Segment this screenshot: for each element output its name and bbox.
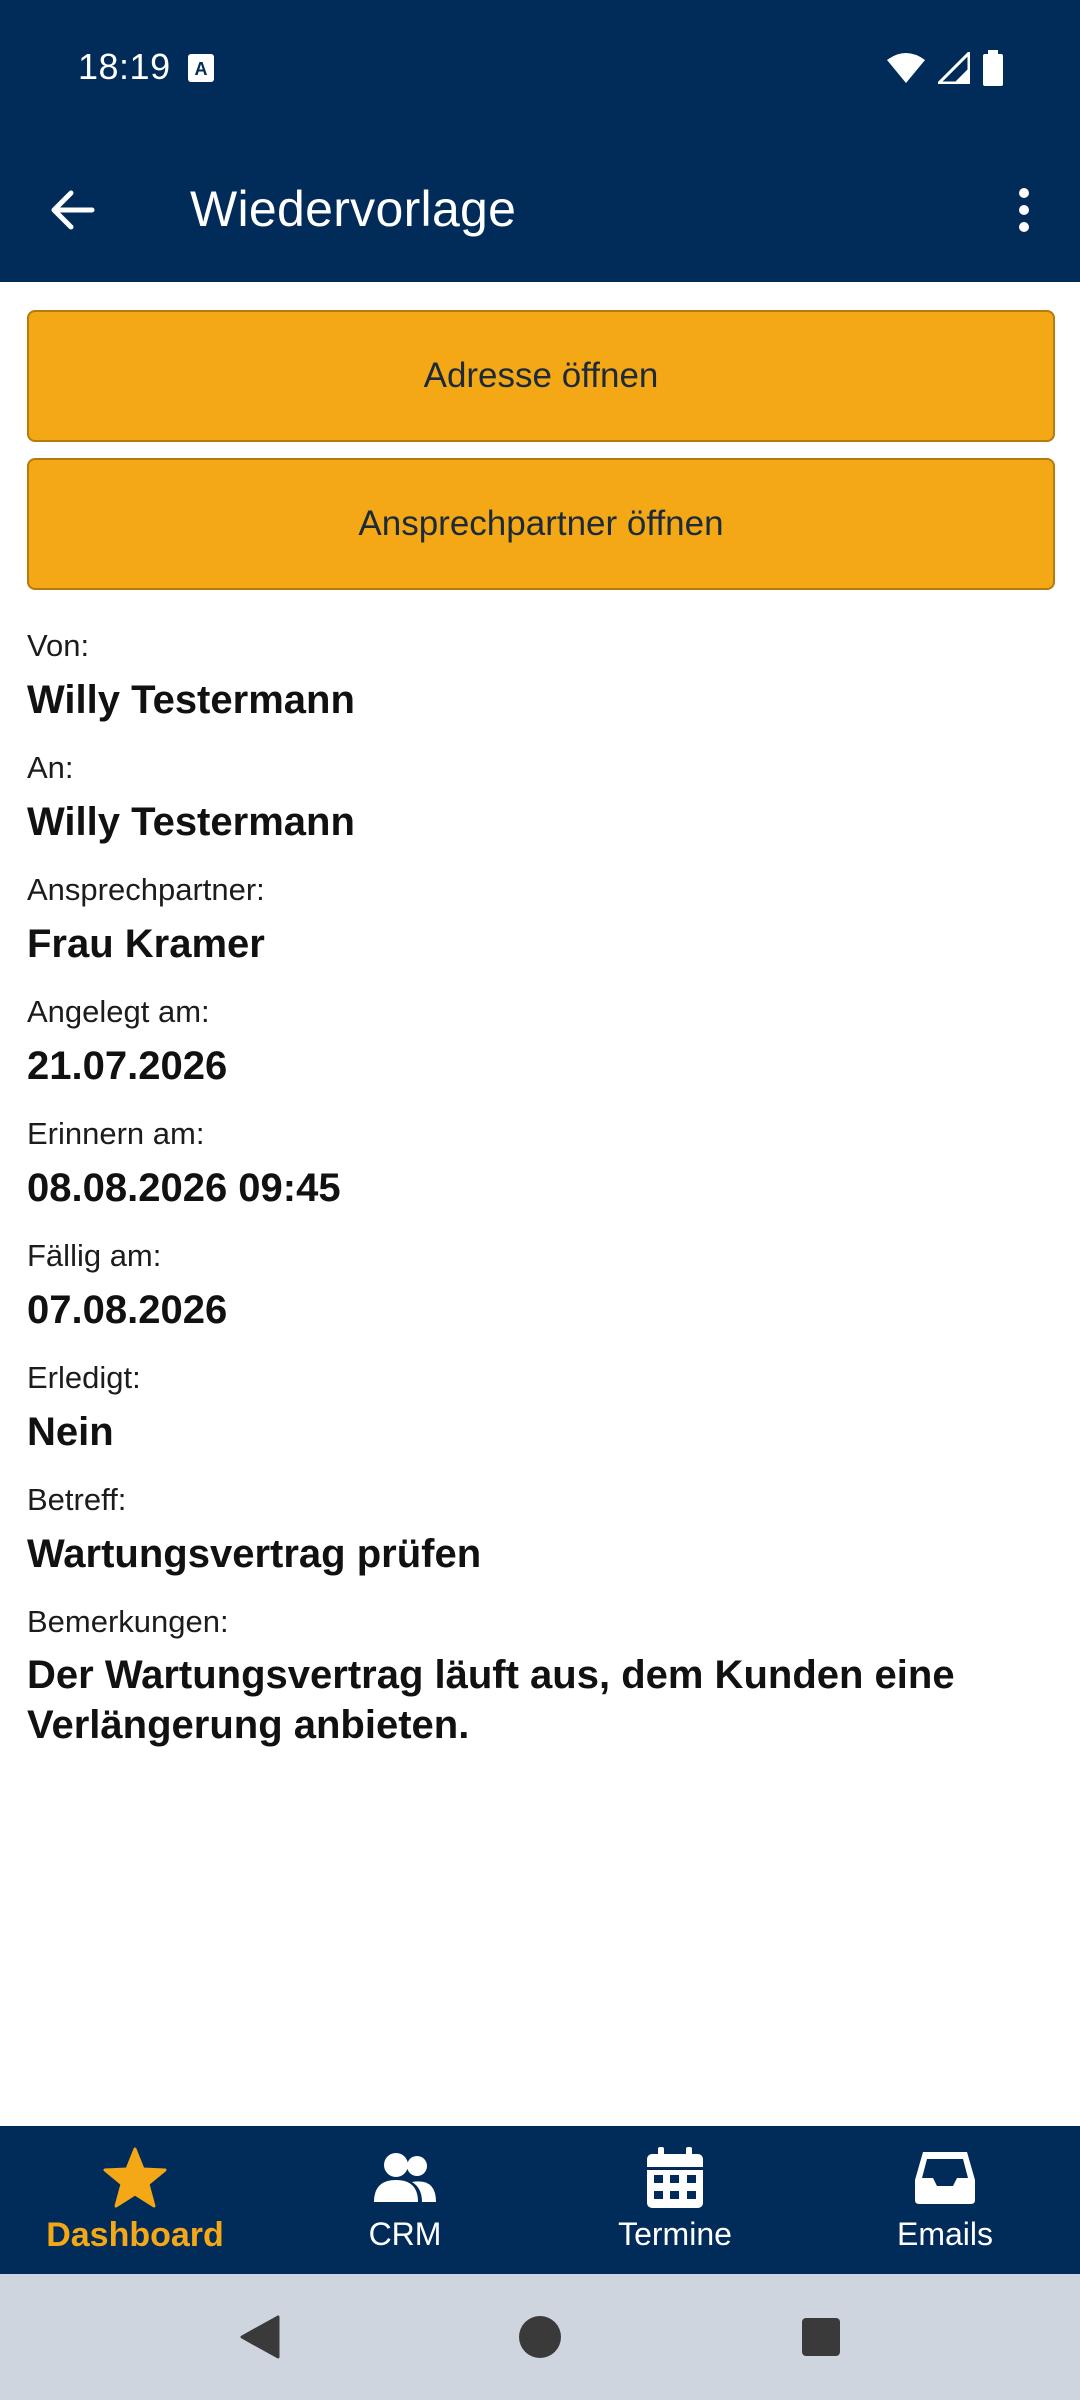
field-value: 21.07.2026 (27, 1044, 228, 1088)
nav-item-crm[interactable]: CRM (270, 2126, 540, 2274)
more-vert-icon (1019, 188, 1029, 232)
field-label: Erledigt: (27, 1360, 141, 1395)
system-navigation-bar (0, 2274, 1080, 2400)
signal-icon (938, 52, 970, 84)
page-title: Wiedervorlage (190, 181, 517, 237)
star-icon (103, 2147, 167, 2208)
field-value: 07.08.2026 (27, 1288, 228, 1332)
square-recents-icon (802, 2318, 840, 2356)
field-label: Fällig am: (27, 1238, 162, 1273)
field-an: An: Willy Testermann (27, 740, 1053, 862)
back-button[interactable] (38, 176, 106, 244)
field-angelegt-am: Angelegt am: 21.07.2026 (27, 984, 1053, 1106)
inbox-icon (915, 2152, 975, 2204)
more-options-button[interactable] (990, 176, 1058, 244)
system-back-button[interactable] (226, 2304, 292, 2370)
field-erledigt: Erledigt: Nein (27, 1350, 1053, 1472)
arrow-back-icon (51, 190, 95, 230)
nav-label: CRM (368, 2216, 442, 2252)
field-value: Willy Testermann (27, 800, 355, 844)
field-label: Ansprechpartner: (27, 872, 265, 907)
open-address-button[interactable]: Adresse öffnen (27, 310, 1055, 442)
field-value: Frau Kramer (27, 922, 265, 966)
keyboard-indicator-icon: A (188, 54, 214, 82)
status-time: 18:19 (78, 46, 171, 87)
field-betreff: Betreff: Wartungsvertrag prüfen (27, 1472, 1053, 1594)
nav-label: Termine (618, 2216, 732, 2252)
field-label: Bemerkungen: (27, 1604, 229, 1639)
nav-item-termine[interactable]: Termine (540, 2126, 810, 2274)
bottom-navigation: Dashboard CRM Termine Emails (0, 2126, 1080, 2274)
field-value: Willy Testermann (27, 678, 355, 722)
field-von: Von: Willy Testermann (27, 618, 1053, 740)
status-icons (886, 50, 1004, 86)
field-label: Angelegt am: (27, 994, 210, 1029)
field-erinnern-am: Erinnern am: 08.08.2026 09:45 (27, 1106, 1053, 1228)
app-bar: Wiedervorlage (0, 136, 1080, 282)
users-icon (374, 2153, 436, 2202)
svg-text:A: A (195, 59, 208, 79)
field-label: Erinnern am: (27, 1116, 205, 1151)
system-home-button[interactable] (507, 2304, 573, 2370)
field-bemerkungen: Bemerkungen: Der Wartungsvertrag läuft a… (27, 1594, 1053, 1750)
field-value: 08.08.2026 09:45 (27, 1166, 341, 1210)
field-ansprechpartner: Ansprechpartner: Frau Kramer (27, 862, 1053, 984)
status-bar: 18:19 A (0, 0, 1080, 136)
field-value: Nein (27, 1410, 114, 1454)
field-value: Wartungsvertrag prüfen (27, 1532, 482, 1576)
open-contact-button[interactable]: Ansprechpartner öffnen (27, 458, 1055, 590)
nav-label: Emails (896, 2216, 993, 2252)
nav-item-dashboard[interactable]: Dashboard (0, 2126, 270, 2274)
wifi-icon (887, 53, 925, 83)
circle-home-icon (519, 2316, 561, 2358)
field-label: Betreff: (27, 1482, 127, 1517)
screen: 18:19 A Wiedervorlage Adresse öffnen Ans… (0, 0, 1080, 2400)
calendar-icon (647, 2147, 703, 2208)
field-faellig-am: Fällig am: 07.08.2026 (27, 1228, 1053, 1350)
nav-label: Dashboard (46, 2216, 224, 2254)
battery-icon (983, 50, 1003, 86)
triangle-back-icon (240, 2315, 280, 2359)
nav-item-emails[interactable]: Emails (810, 2126, 1080, 2274)
details-list: Von: Willy Testermann An: Willy Testerma… (27, 618, 1053, 1750)
field-label: An: (27, 750, 74, 785)
field-label: Von: (27, 628, 90, 663)
system-recents-button[interactable] (788, 2304, 854, 2370)
field-value: Der Wartungsvertrag läuft aus, dem Kunde… (27, 1653, 955, 1747)
